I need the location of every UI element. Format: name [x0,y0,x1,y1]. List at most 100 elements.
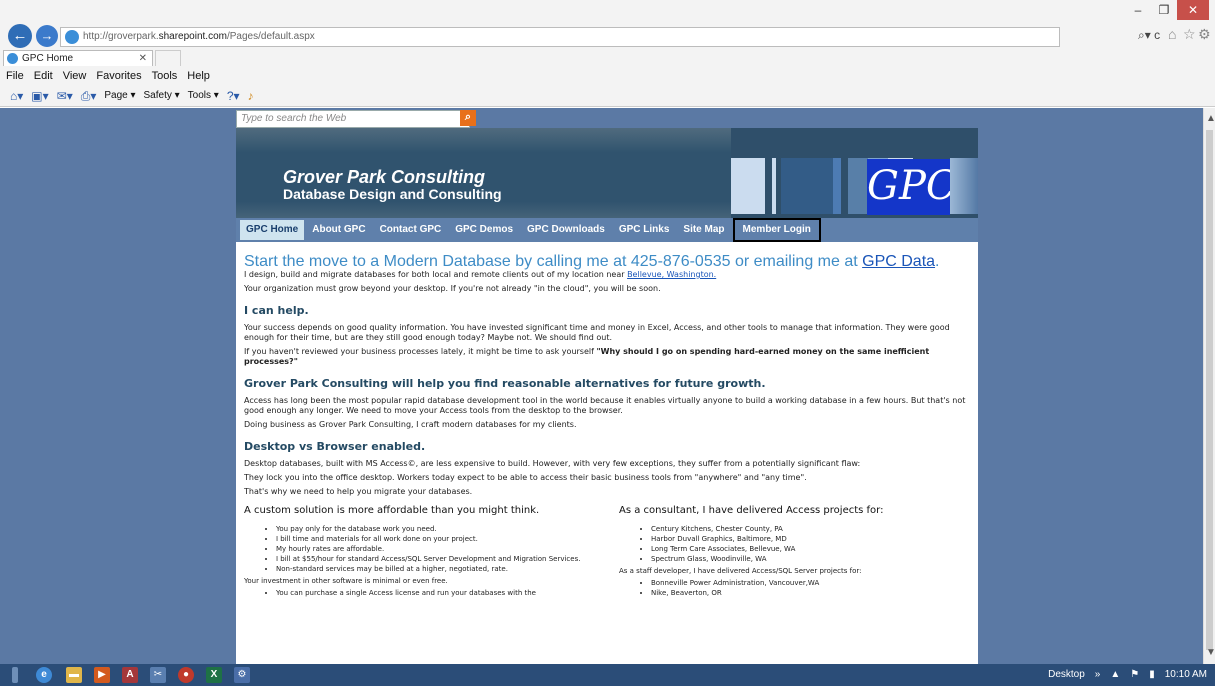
help-icon[interactable]: ?▾ [227,86,240,106]
home-icon[interactable]: ⌂▾ [10,86,23,106]
print-icon[interactable]: ⎙▾ [81,86,97,106]
license-list: You can purchase a single Access license… [244,588,603,598]
access-icon[interactable]: A [122,667,138,683]
restore-button[interactable]: ❐ [1151,0,1177,20]
command-bar: ⌂▾ ▣▾ ✉▾ ⎙▾ Page ▾ Safety ▾ Tools ▾ ?▾ ♪ [0,86,254,106]
tab-gpc-home[interactable]: GPC Home ✕ [3,50,153,66]
nav-gpc-downloads[interactable]: GPC Downloads [521,220,611,240]
list-item: Long Term Care Associates, Bellevue, WA [651,544,978,554]
window-controls: – ❐ ✕ [1125,0,1209,20]
header-block [848,158,868,214]
excel-icon[interactable]: X [206,667,222,683]
back-button[interactable]: ← [8,24,32,48]
site-subtitle: Database Design and Consulting [283,186,502,202]
vertical-scrollbar[interactable]: ▲ ▼ [1203,108,1215,664]
home-icon[interactable]: ⌂ [1168,26,1176,42]
command-page[interactable]: Page ▾ [104,86,135,106]
header-block [781,158,833,214]
section-heading-help: I can help. [244,304,309,317]
command-safety[interactable]: Safety ▾ [144,86,180,106]
header-block [731,158,765,214]
intro-paragraph: I design, build and migrate databases fo… [244,270,978,280]
media-player-icon[interactable]: ▶ [94,667,110,683]
nav-gpc-links[interactable]: GPC Links [613,220,676,240]
favorites-star-icon[interactable]: ☆ [1183,26,1196,43]
app-icon[interactable]: ⚙ [234,667,250,683]
header-block [772,158,776,214]
scroll-up-icon[interactable]: ▲ [1206,113,1215,124]
menu-help[interactable]: Help [187,67,210,85]
menu-file[interactable]: File [6,67,24,85]
gpc-data-link[interactable]: GPC Data [862,253,935,270]
snipping-tool-icon[interactable]: ✂ [150,667,166,683]
search-button[interactable]: ⌕ [460,110,476,126]
list-item: Bonneville Power Administration, Vancouv… [651,578,978,588]
site-header: Grover Park Consulting Database Design a… [236,128,978,226]
investment-note: Your investment in other software is min… [244,577,448,585]
help-paragraph-1: Your success depends on good quality inf… [244,323,950,342]
nav-site-map[interactable]: Site Map [677,220,730,240]
file-explorer-icon[interactable]: ▬ [66,667,82,683]
site-nav: GPC Home About GPC Contact GPC GPC Demos… [236,218,978,242]
menu-edit[interactable]: Edit [34,67,53,85]
list-item: My hourly rates are affordable. [276,544,603,554]
left-column-title: A custom solution is more affordable tha… [244,505,540,516]
menu-favorites[interactable]: Favorites [96,67,141,85]
nav-contact-gpc[interactable]: Contact GPC [374,220,448,240]
desktop-paragraph-1: Desktop databases, built with MS Access©… [244,459,861,468]
show-hidden-icons[interactable]: ▲ [1110,664,1120,686]
staff-client-list: Bonneville Power Administration, Vancouv… [619,578,978,598]
scroll-thumb[interactable] [1206,130,1213,650]
close-button[interactable]: ✕ [1177,0,1209,20]
forward-button[interactable]: → [36,25,58,47]
search-refresh-controls[interactable]: ⌕▾ c [1138,28,1160,43]
title-bar: – ❐ ✕ [0,0,1215,22]
clock[interactable]: 10:10 AM [1165,664,1207,686]
research-icon[interactable]: ♪ [248,86,254,106]
browser-chrome: – ❐ ✕ ← → http://groverpark.sharepoint.c… [0,0,1215,107]
bellevue-link[interactable]: Bellevue, Washington. [627,270,716,279]
intro-cloud: Your organization must grow beyond your … [244,284,661,293]
address-row: ← → http://groverpark.sharepoint.com/Pag… [0,23,1215,49]
ie-taskbar-icon[interactable]: e [36,667,52,683]
menu-tools[interactable]: Tools [152,67,178,85]
url-suffix: /Pages/default.aspx [226,31,315,42]
growth-paragraph-1: Access has long been the most popular ra… [244,396,966,415]
header-block [833,158,841,214]
site-title: Grover Park Consulting [283,167,486,187]
flag-icon[interactable]: ⚑ [1130,664,1139,686]
headline: Start the move to a Modern Database by c… [244,253,940,270]
list-item: Non-standard services may be billed at a… [276,564,603,574]
gear-icon[interactable]: ⚙ [1198,26,1211,43]
address-bar[interactable]: http://groverpark.sharepoint.com/Pages/d… [60,27,1060,47]
help-paragraph-2: If you haven't reviewed your business pr… [244,347,978,367]
header-block [950,158,978,214]
web-search-input[interactable]: Type to search the Web [236,110,470,128]
nav-gpc-home[interactable]: GPC Home [240,220,305,240]
minimize-button[interactable]: – [1125,0,1151,20]
menu-view[interactable]: View [63,67,87,85]
help-question-intro: If you haven't reviewed your business pr… [244,347,597,356]
client-list: Century Kitchens, Chester County, PA Har… [619,524,978,564]
scroll-down-icon[interactable]: ▼ [1206,647,1215,658]
nav-member-login[interactable]: Member Login [732,218,821,242]
desktop-toolbar-label[interactable]: Desktop [1048,664,1085,686]
new-tab-button[interactable] [155,50,181,66]
nav-about-gpc[interactable]: About GPC [306,220,371,240]
mail-icon[interactable]: ✉▾ [57,86,73,106]
nav-gpc-demos[interactable]: GPC Demos [449,220,519,240]
two-column-section: A custom solution is more affordable tha… [244,505,978,598]
list-item: I bill time and materials for all work d… [276,534,603,544]
list-item: You can purchase a single Access license… [276,588,603,598]
right-column-title: As a consultant, I have delivered Access… [619,505,884,516]
tab-row: GPC Home ✕ [0,50,1215,66]
tab-close-icon[interactable]: ✕ [139,51,147,66]
network-icon[interactable]: ▮ [1149,664,1155,686]
tray-overflow-icon[interactable]: » [1095,664,1101,686]
feeds-icon[interactable]: ▣▾ [31,86,48,106]
list-item: I bill at $55/hour for standard Access/S… [276,554,603,564]
firefox-icon[interactable]: ● [178,667,194,683]
command-tools[interactable]: Tools ▾ [188,86,219,106]
staff-developer-note: As a staff developer, I have delivered A… [619,567,862,575]
list-item: You pay only for the database work you n… [276,524,603,534]
